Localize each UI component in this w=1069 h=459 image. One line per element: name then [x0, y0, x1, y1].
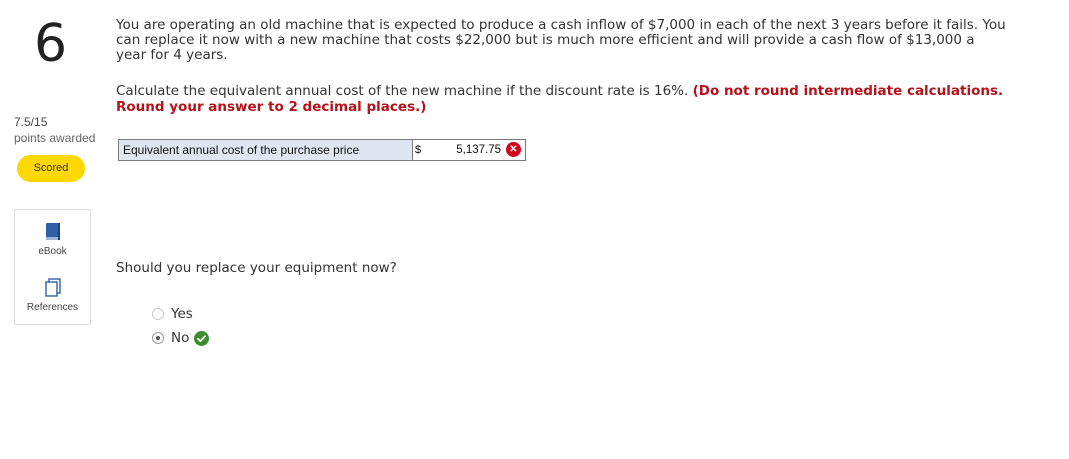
references-button[interactable]: References — [15, 278, 90, 313]
check-circle-icon — [194, 330, 210, 346]
currency-symbol: $ — [415, 144, 422, 156]
score-value: 7.5/15 — [14, 115, 48, 129]
question-number: 6 — [34, 14, 68, 74]
answer-table: Equivalent annual cost of the purchase p… — [118, 139, 526, 161]
option-yes[interactable]: Yes — [152, 306, 193, 322]
option-yes-label: Yes — [171, 306, 193, 322]
points-awarded-label: points awarded — [14, 131, 96, 145]
calc-text: Calculate the equivalent annual cost of … — [116, 83, 689, 99]
option-no[interactable]: No — [152, 330, 210, 346]
tools-panel: eBook References — [14, 209, 91, 325]
ebook-button[interactable]: eBook — [15, 222, 90, 257]
option-no-label: No — [171, 330, 190, 346]
book-icon — [45, 223, 60, 240]
radio-yes[interactable] — [152, 308, 164, 320]
documents-icon — [44, 278, 61, 297]
x-circle-icon: ✕ — [506, 142, 521, 157]
calc-prompt: Calculate the equivalent annual cost of … — [116, 83, 1006, 115]
radio-no[interactable] — [152, 332, 164, 344]
references-label: References — [26, 302, 79, 313]
answer-input[interactable]: 5,137.75 ✕ — [427, 140, 525, 160]
status-badge: Scored — [17, 155, 85, 182]
ebook-label: eBook — [38, 246, 67, 257]
replace-question: Should you replace your equipment now? — [116, 260, 397, 276]
answer-label: Equivalent annual cost of the purchase p… — [119, 140, 413, 160]
question-body: You are operating an old machine that is… — [116, 17, 1006, 63]
answer-value: 5,137.75 — [456, 144, 501, 156]
question-text: You are operating an old machine that is… — [116, 18, 1006, 63]
